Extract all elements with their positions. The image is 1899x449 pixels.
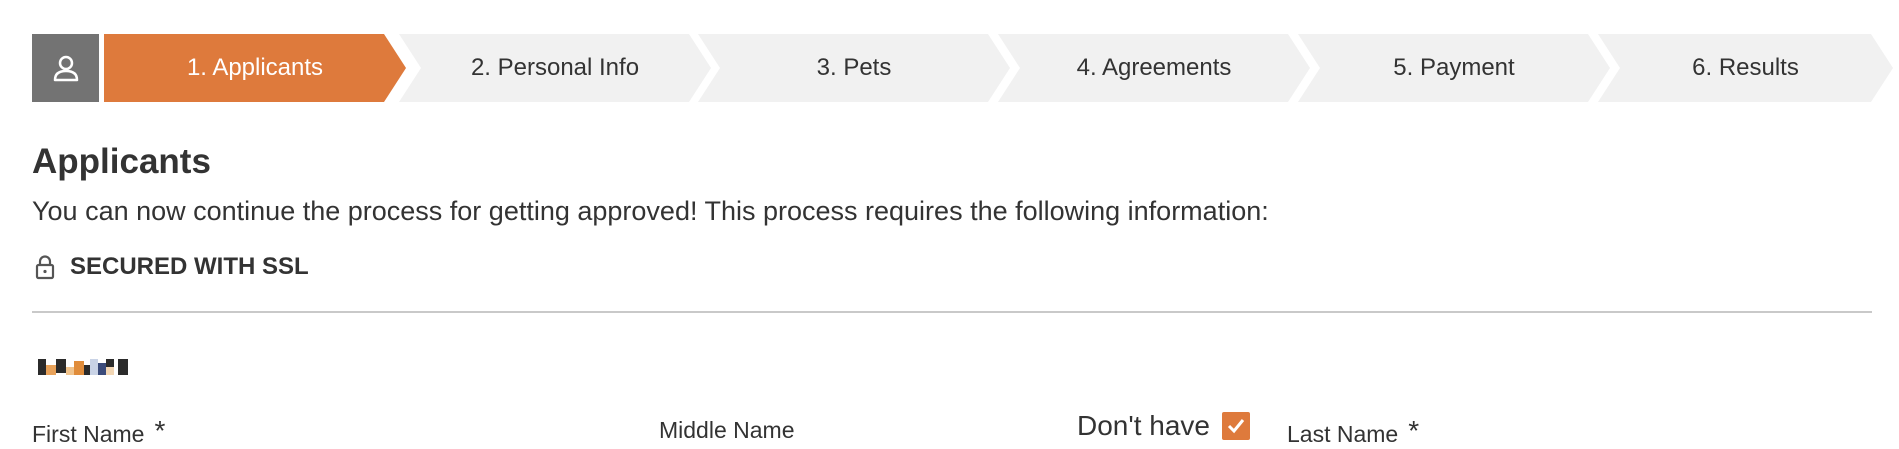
- page-title: Applicants: [32, 142, 211, 181]
- first-name-text: First Name: [32, 421, 145, 447]
- step-personal-info[interactable]: 2. Personal Info: [399, 34, 711, 102]
- no-middle-name-option[interactable]: Don't have: [1077, 410, 1250, 442]
- progress-stepper: 1. Applicants 2. Personal Info 3. Pets 4…: [32, 34, 1893, 102]
- dont-have-label: Don't have: [1077, 410, 1210, 441]
- dont-have-checkbox[interactable]: [1222, 412, 1250, 440]
- step-label: 3. Pets: [816, 54, 892, 81]
- user-step-box: [32, 34, 99, 102]
- step-applicants[interactable]: 1. Applicants: [104, 34, 406, 102]
- step-pets[interactable]: 3. Pets: [698, 34, 1010, 102]
- ssl-notice: SECURED WITH SSL: [32, 253, 309, 281]
- step-label: 1. Applicants: [186, 54, 324, 81]
- step-payment[interactable]: 5. Payment: [1298, 34, 1610, 102]
- step-label: 4. Agreements: [1076, 54, 1232, 81]
- checkmark-icon: [1227, 419, 1245, 434]
- required-asterisk: *: [154, 415, 166, 446]
- intro-text: You can now continue the process for get…: [32, 196, 1269, 226]
- last-name-label: Last Name *: [1287, 415, 1420, 449]
- user-icon: [53, 55, 78, 82]
- step-label: 5. Payment: [1393, 54, 1515, 81]
- first-name-label: First Name *: [32, 415, 166, 449]
- last-name-text: Last Name: [1287, 421, 1399, 447]
- step-label: 2. Personal Info: [470, 54, 640, 81]
- step-label: 6. Results: [1692, 54, 1799, 81]
- step-results[interactable]: 6. Results: [1598, 34, 1893, 102]
- required-asterisk: *: [1408, 415, 1420, 446]
- step-agreements[interactable]: 4. Agreements: [998, 34, 1310, 102]
- company-logo: [38, 359, 128, 375]
- divider: [32, 311, 1872, 313]
- middle-name-text: Middle Name: [659, 417, 795, 443]
- ssl-label: SECURED WITH SSL: [70, 253, 309, 280]
- lock-icon: [35, 255, 55, 280]
- middle-name-label: Middle Name: [659, 417, 795, 444]
